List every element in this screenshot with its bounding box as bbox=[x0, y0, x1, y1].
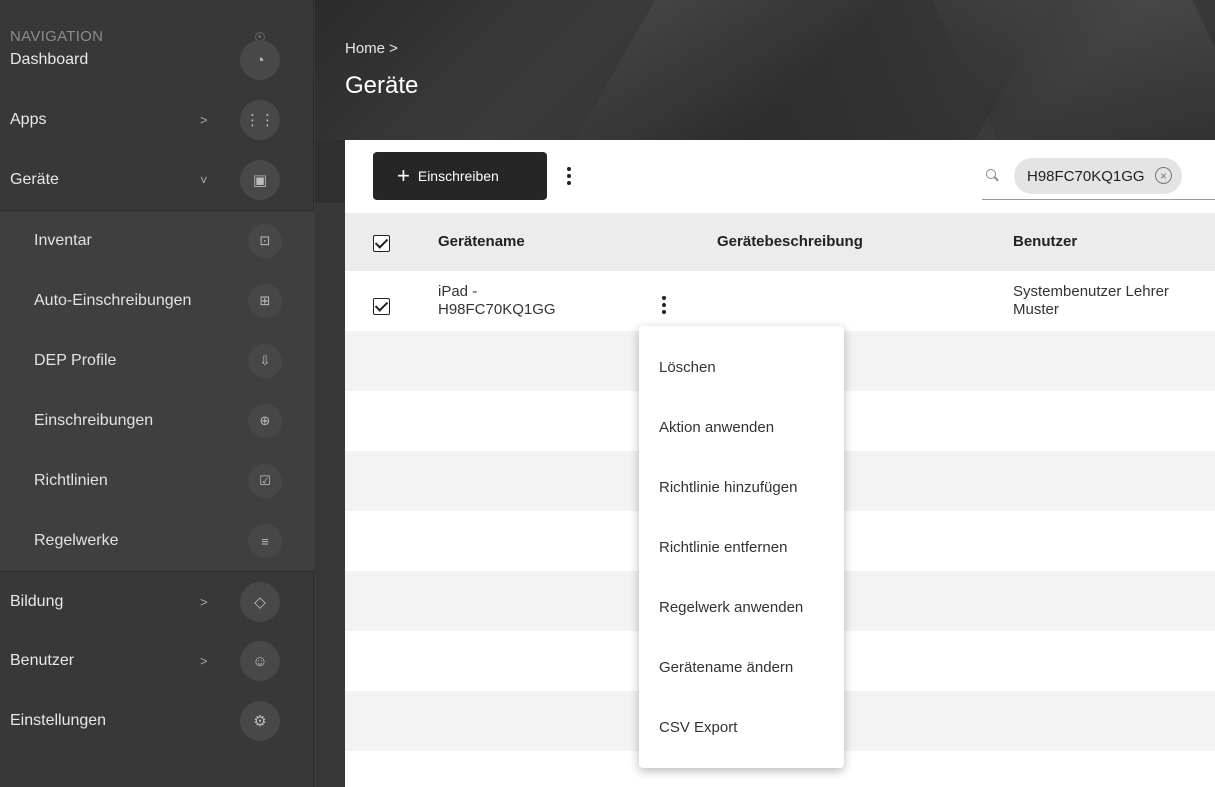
more-actions-icon[interactable] bbox=[563, 162, 575, 190]
sidebar-item-label: Inventar bbox=[34, 232, 92, 249]
devices-icon: ▣ bbox=[240, 160, 280, 200]
sidebar-item-label: Dashboard bbox=[10, 51, 89, 68]
menu-item-geraetename-aendern[interactable]: Gerätename ändern bbox=[639, 637, 844, 697]
sidebar-item-dep-profile[interactable]: DEP Profile ⇩ bbox=[0, 331, 314, 391]
grid-icon: ⋮⋮ bbox=[240, 100, 280, 140]
graduation-cap-icon: ◇ bbox=[240, 581, 280, 622]
sidebar-item-label: Bildung bbox=[10, 592, 64, 610]
chevron-right-icon: > bbox=[200, 594, 208, 609]
sidebar-item-einschreibungen[interactable]: Einschreibungen ⊕ bbox=[0, 391, 314, 451]
auto-enroll-icon: ⊞ bbox=[248, 284, 282, 318]
inventory-icon: ⊡ bbox=[248, 224, 282, 258]
menu-item-aktion-anwenden[interactable]: Aktion anwenden bbox=[639, 397, 844, 457]
sidebar-navigation: NAVIGATION Dashboard ◔ Apps > ⋮⋮ Geräte … bbox=[0, 0, 314, 787]
chevron-right-icon: > bbox=[200, 112, 208, 128]
search-value: H98FC70KQ1GG bbox=[1027, 167, 1145, 185]
device-name-line: iPad - bbox=[438, 283, 478, 300]
user-name-line: Muster bbox=[1013, 301, 1059, 318]
enroll-button-label: Einschreiben bbox=[417, 168, 499, 184]
user-name-line: Systembenutzer Lehrer bbox=[1013, 283, 1169, 300]
search-filter-chip[interactable]: H98FC70KQ1GG × bbox=[1014, 158, 1182, 194]
plus-icon: + bbox=[397, 163, 410, 188]
column-header-benutzer[interactable]: Benutzer bbox=[1013, 233, 1077, 250]
table-row[interactable]: iPad - H98FC70KQ1GG Systembenutzer Lehre… bbox=[345, 271, 1215, 331]
page-title: Geräte bbox=[345, 72, 419, 99]
sidebar-item-dashboard[interactable]: Dashboard ◔ bbox=[0, 30, 314, 90]
content-side-band-lower bbox=[315, 203, 345, 787]
gear-icon: ⚙ bbox=[240, 701, 280, 741]
users-icon: ☺ bbox=[240, 641, 280, 681]
device-name-cell: iPad - H98FC70KQ1GG bbox=[438, 283, 556, 319]
menu-item-csv-export[interactable]: CSV Export bbox=[639, 697, 844, 757]
enroll-button[interactable]: + Einschreiben bbox=[373, 152, 547, 200]
menu-item-richtlinie-hinzufuegen[interactable]: Richtlinie hinzufügen bbox=[639, 457, 844, 517]
sidebar-item-label: Richtlinien bbox=[34, 472, 108, 489]
policy-icon: ☑ bbox=[248, 464, 282, 498]
gauge-icon: ◔ bbox=[240, 40, 280, 80]
sidebar-item-label: Einschreibungen bbox=[34, 412, 154, 429]
select-all-checkbox[interactable] bbox=[373, 235, 390, 252]
row-actions-menu: Löschen Aktion anwenden Richtlinie hinzu… bbox=[639, 326, 844, 768]
sidebar-item-auto-einschreibungen[interactable]: Auto-Einschreibungen ⊞ bbox=[0, 271, 314, 331]
chevron-down-icon: ˅ bbox=[200, 172, 208, 188]
sidebar-item-geraete[interactable]: Geräte ˅ ▣ bbox=[0, 150, 314, 210]
geraete-submenu: Inventar ⊡ Auto-Einschreibungen ⊞ DEP Pr… bbox=[0, 210, 314, 571]
sidebar-item-benutzer[interactable]: Benutzer > ☺ bbox=[0, 631, 314, 691]
menu-item-regelwerk-anwenden[interactable]: Regelwerk anwenden bbox=[639, 577, 844, 637]
sidebar-item-einstellungen[interactable]: Einstellungen ⚙ bbox=[0, 691, 314, 751]
sidebar-item-label: Benutzer bbox=[10, 652, 75, 669]
menu-item-richtlinie-entfernen[interactable]: Richtlinie entfernen bbox=[639, 517, 844, 577]
row-actions-icon[interactable] bbox=[658, 293, 670, 317]
clear-search-icon[interactable]: × bbox=[1155, 167, 1172, 184]
table-header: Gerätename Gerätebeschreibung Benutzer bbox=[345, 213, 1215, 271]
sidebar-item-bildung[interactable]: Bildung > ◇ bbox=[0, 571, 314, 631]
user-cell: Systembenutzer Lehrer Muster bbox=[1013, 283, 1169, 319]
sidebar-item-regelwerke[interactable]: Regelwerke ≡ bbox=[0, 511, 314, 571]
page-header: Home > Geräte bbox=[315, 0, 1215, 140]
sidebar-item-apps[interactable]: Apps > ⋮⋮ bbox=[0, 90, 314, 150]
sidebar-item-inventar[interactable]: Inventar ⊡ bbox=[0, 211, 314, 271]
content-side-band bbox=[315, 140, 345, 787]
sidebar-item-label: Einstellungen bbox=[10, 712, 107, 729]
sidebar-item-richtlinien[interactable]: Richtlinien ☑ bbox=[0, 451, 314, 511]
sidebar-item-label: Regelwerke bbox=[34, 532, 119, 549]
column-header-geraetebeschreibung[interactable]: Gerätebeschreibung bbox=[717, 233, 863, 250]
search-icon bbox=[986, 169, 996, 179]
chevron-right-icon: > bbox=[200, 653, 208, 669]
search-field[interactable]: H98FC70KQ1GG × bbox=[982, 158, 1215, 200]
sidebar-item-label: Auto-Einschreibungen bbox=[34, 292, 192, 309]
sidebar-item-label: Apps bbox=[10, 111, 47, 128]
menu-item-loeschen[interactable]: Löschen bbox=[639, 337, 844, 397]
ruleset-icon: ≡ bbox=[248, 524, 282, 558]
device-name-line: H98FC70KQ1GG bbox=[438, 301, 556, 318]
dep-profile-icon: ⇩ bbox=[248, 344, 282, 378]
sidebar-item-label: DEP Profile bbox=[34, 352, 117, 369]
toolbar: + Einschreiben H98FC70KQ1GG × bbox=[345, 140, 1215, 213]
row-checkbox[interactable] bbox=[373, 298, 390, 315]
enrollment-icon: ⊕ bbox=[248, 404, 282, 438]
breadcrumb[interactable]: Home > bbox=[345, 40, 398, 57]
sidebar-item-label: Geräte bbox=[10, 171, 59, 188]
column-header-geraetename[interactable]: Gerätename bbox=[438, 233, 525, 250]
